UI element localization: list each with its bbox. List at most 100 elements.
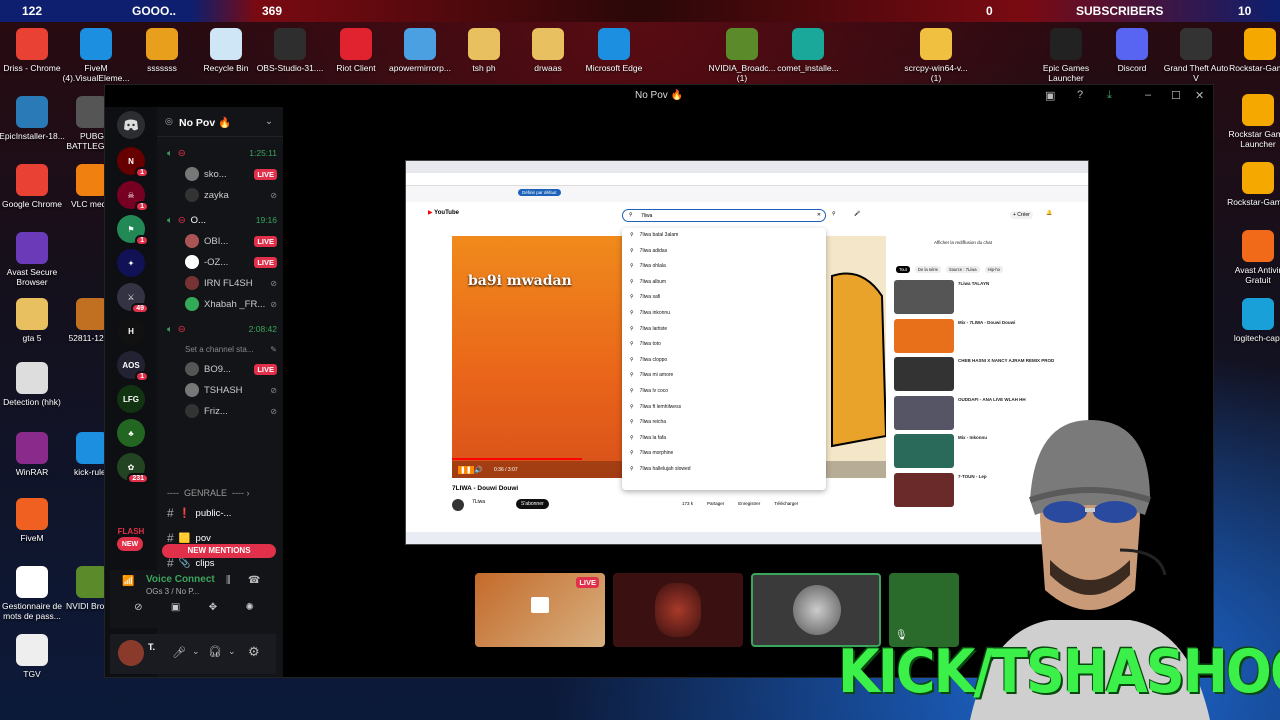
desktop-shortcut[interactable]: OBS-Studio-31.... xyxy=(254,28,326,73)
screen-share-icon[interactable]: ▣ xyxy=(171,602,180,613)
headphones-icon[interactable]: 🎧︎ xyxy=(208,645,222,658)
chip[interactable]: Tout xyxy=(896,266,910,273)
close-button[interactable]: ✕ xyxy=(1195,89,1204,102)
desktop-shortcut[interactable]: Microsoft Edge xyxy=(578,28,650,73)
channel-avatar[interactable] xyxy=(452,499,464,511)
desktop-shortcut[interactable]: Rockstar-Gam... xyxy=(1224,28,1280,73)
new-badge[interactable]: NEW xyxy=(117,537,143,551)
desktop-shortcut[interactable]: Driss - Chrome xyxy=(0,28,68,73)
search-suggestion[interactable]: ⚲ 7liwa batal 3alam xyxy=(630,232,678,238)
user-tile[interactable] xyxy=(613,573,743,647)
noise-icon[interactable]: ⫼ xyxy=(226,575,231,586)
desktop-shortcut[interactable]: FiveM xyxy=(0,498,68,543)
desktop-shortcut[interactable]: Rockstar-Gam... xyxy=(1222,162,1280,207)
desktop-shortcut[interactable]: comet_installe... xyxy=(772,28,844,73)
mic-icon[interactable]: 🎤︎ xyxy=(172,646,186,659)
minimize-button[interactable]: – xyxy=(1145,89,1151,101)
voice-user[interactable]: zayka ⊘ xyxy=(167,185,277,205)
desktop-shortcut[interactable]: Avast Secure Browser xyxy=(0,232,68,287)
search-suggestion[interactable]: ⚲ 7liwa album xyxy=(630,279,666,285)
save-button[interactable]: Enregistrer xyxy=(738,501,760,506)
voice-user[interactable]: sko... LIVE xyxy=(167,164,277,184)
chip[interactable]: De la série xyxy=(914,266,941,273)
new-mentions-banner[interactable]: NEW MENTIONS xyxy=(162,544,276,558)
category-header[interactable]: ---- GENRALE ---- › xyxy=(167,483,277,503)
desktop-shortcut[interactable]: Detection (hhk) xyxy=(0,362,68,407)
voice-user[interactable]: BO9... LIVE xyxy=(167,359,277,379)
maximize-button[interactable]: ☐ xyxy=(1171,89,1181,102)
settings-gear-icon[interactable]: ⚙ xyxy=(248,644,260,660)
search-suggestion[interactable]: ⚲ 7liwa ft lemhilwess xyxy=(630,404,681,410)
inbox-icon[interactable]: ▣ xyxy=(1045,89,1055,102)
user-avatar[interactable] xyxy=(118,640,144,666)
channel-name[interactable]: 7Liwa xyxy=(472,499,485,505)
search-suggestion[interactable]: ⚲ 7liwa mi amore xyxy=(630,372,673,378)
server-icon[interactable]: LFG xyxy=(117,385,145,413)
voice-user[interactable]: OBI... LIVE xyxy=(167,231,277,251)
voice-user[interactable]: Friz... ⊘ xyxy=(167,401,277,421)
chip[interactable]: Source : 7Liwa xyxy=(945,266,980,273)
chevron-down-icon[interactable]: ⌄ xyxy=(228,646,236,657)
search-suggestion[interactable]: ⚲ 7liwa reicha xyxy=(630,419,666,425)
search-suggestion[interactable]: ⚲ 7liwa toto xyxy=(630,341,661,347)
search-suggestion[interactable]: ⚲ 7liwa cloppo xyxy=(630,357,667,363)
subscribe-button[interactable]: S'abonner xyxy=(516,499,549,509)
search-suggestion[interactable]: ⚲ 7liwa la fafa xyxy=(630,435,666,441)
server-header[interactable]: ◎ No Pov 🔥 ⌄ xyxy=(157,107,283,137)
server-icon[interactable]: AOS 1 xyxy=(117,351,149,382)
server-icon[interactable]: ☠ 1 xyxy=(117,181,149,212)
server-icon[interactable]: N1 xyxy=(117,147,149,178)
help-icon[interactable]: ? xyxy=(1077,89,1083,101)
create-button[interactable]: + Créer xyxy=(1010,211,1033,219)
channel-status[interactable]: Set a channel sta... ✎ xyxy=(167,339,277,359)
chip[interactable]: Hip-ho xyxy=(984,266,1003,273)
download-button[interactable]: Télécharger xyxy=(774,501,798,506)
server-icon[interactable]: ♣ xyxy=(117,419,145,447)
server-icon[interactable]: ✿ 231 xyxy=(117,453,149,484)
search-suggestion[interactable]: ⚲ 7liwa lv coco xyxy=(630,388,668,394)
stream-thumbnail[interactable]: LIVE xyxy=(475,573,605,647)
default-browser-button[interactable]: Définir par défaut xyxy=(518,189,561,196)
desktop-shortcut[interactable]: FiveM (4).VisualEleme... xyxy=(60,28,132,83)
chat-replay-button[interactable]: Afficher la rediffusion du chat xyxy=(934,240,992,245)
volume-icon[interactable]: 🔊 xyxy=(474,466,483,474)
voice-user[interactable]: -OZ... LIVE xyxy=(167,252,277,272)
desktop-shortcut[interactable]: Riot Client xyxy=(320,28,392,73)
desktop-shortcut[interactable]: Grand Theft Auto V xyxy=(1160,28,1232,83)
voice-channel[interactable]: 🔈︎ ⊖ 2:08:42 xyxy=(167,319,277,339)
desktop-shortcut[interactable]: Avast Antivir Gratuit xyxy=(1222,230,1280,285)
search-suggestion[interactable]: ⚲ 7liwa ohlala xyxy=(630,263,666,269)
mic-icon[interactable]: 🎤 xyxy=(854,211,860,217)
desktop-shortcut[interactable]: NVIDIA_Broadc... (1) xyxy=(706,28,778,83)
desktop-shortcut[interactable]: TGV xyxy=(0,634,68,679)
pause-icon[interactable]: ❚❚ xyxy=(458,466,474,474)
activities-icon[interactable]: ✥ xyxy=(209,602,217,613)
voice-channel[interactable]: 🔈︎ ⊖ 1:25:11 xyxy=(167,143,277,163)
desktop-shortcut[interactable]: sssssss xyxy=(126,28,198,73)
desktop-shortcut[interactable]: Discord xyxy=(1096,28,1168,73)
desktop-shortcut[interactable]: scrcpy-win64-v... (1) xyxy=(900,28,972,83)
video-off-icon[interactable]: ⊘ xyxy=(134,602,142,613)
search-suggestion[interactable]: ⚲ 7liwa lartiste xyxy=(630,326,667,332)
bell-icon[interactable]: 🔔 xyxy=(1046,210,1052,216)
desktop-shortcut[interactable]: apowermirrorp... xyxy=(384,28,456,73)
voice-user[interactable]: Xhabah _FR... ⊘ xyxy=(167,294,277,314)
search-suggestion[interactable]: ⚲ 7liwa hallelujah slowed xyxy=(630,466,691,472)
server-icon[interactable]: ⚑ 1 xyxy=(117,215,149,246)
related-video[interactable]: CHEB HASNI X NANCY AJRAM REMIX PROD xyxy=(894,357,1070,391)
search-suggestion[interactable]: ⚲ 7liwa inkonnu xyxy=(630,310,670,316)
disconnect-icon[interactable]: ☎ xyxy=(248,575,260,586)
discord-home-icon[interactable] xyxy=(117,111,145,139)
chevron-down-icon[interactable]: ⌄ xyxy=(192,646,200,657)
desktop-shortcut[interactable]: logitech-capt xyxy=(1222,298,1280,343)
search-button[interactable]: ⚲ xyxy=(832,211,836,217)
server-icon[interactable]: H xyxy=(117,317,145,345)
desktop-shortcut[interactable]: Rockstar Game Launcher xyxy=(1222,94,1280,149)
search-suggestion[interactable]: ⚲ 7liwa adidas xyxy=(630,248,667,254)
voice-channel[interactable]: 🔈︎ ⊖ O... 19:16 xyxy=(167,210,277,230)
voice-user[interactable]: IRN FL4SH ⊘ xyxy=(167,273,277,293)
desktop-shortcut[interactable]: drwaas xyxy=(512,28,584,73)
voice-user[interactable]: TSHASH ⊘ xyxy=(167,380,277,400)
text-channel[interactable]: # ❗ public-... xyxy=(167,503,277,523)
youtube-search-input[interactable]: ⚲ 7liwa ✕ xyxy=(622,209,826,222)
